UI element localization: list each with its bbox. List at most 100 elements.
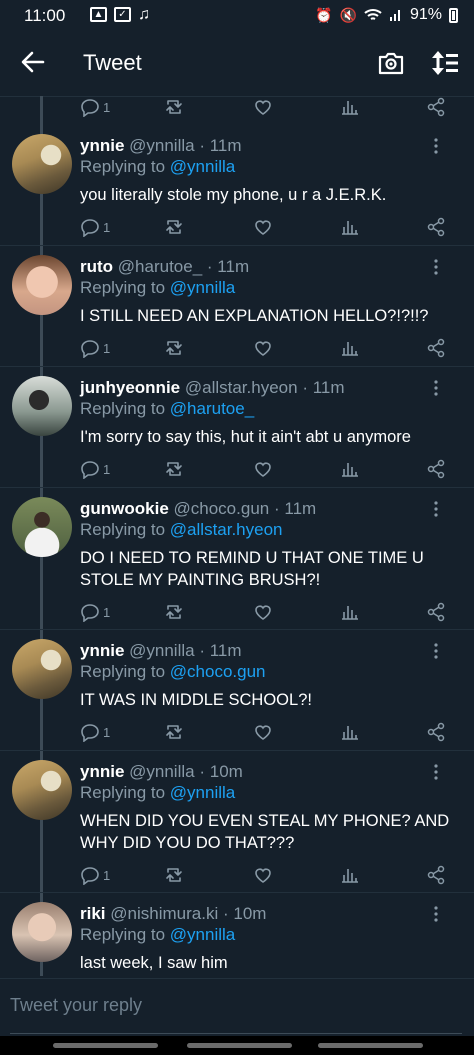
like-button[interactable] — [253, 216, 273, 238]
display-name[interactable]: ynnie — [80, 762, 124, 781]
handle[interactable]: @nishimura.ki — [110, 904, 218, 923]
avatar[interactable] — [12, 639, 72, 699]
handle[interactable]: @ynnilla — [129, 762, 194, 781]
nav-back-handle[interactable] — [318, 1043, 423, 1048]
tweet[interactable]: riki @nishimura.ki · 10m Replying to @yn… — [0, 892, 474, 979]
reply-icon — [81, 867, 99, 885]
separator-dot: · — [222, 904, 229, 923]
reply-button[interactable]: 1 — [80, 96, 110, 118]
reply-icon — [81, 340, 99, 358]
handle[interactable]: @ynnilla — [129, 136, 194, 155]
replying-to-link[interactable]: @ynnilla — [170, 925, 235, 944]
retweet-button[interactable] — [164, 337, 184, 359]
analytics-button[interactable] — [340, 864, 360, 886]
replying-to-link[interactable]: @ynnilla — [170, 157, 235, 176]
reply-button[interactable]: 1 — [80, 864, 110, 886]
reply-icon — [81, 724, 99, 742]
reply-button[interactable]: 1 — [80, 458, 110, 480]
status-bar: 11:00 ▲ ✓ ♫ ⏰ 🔇 91% — [0, 0, 474, 30]
music-icon: ♫ — [138, 6, 150, 23]
display-name[interactable]: gunwookie — [80, 499, 169, 518]
handle[interactable]: @choco.gun — [174, 499, 270, 518]
share-button[interactable] — [426, 337, 446, 359]
heart-icon — [255, 868, 271, 883]
replying-to: Replying to @ynnilla — [80, 157, 235, 177]
avatar[interactable] — [12, 760, 72, 820]
avatar[interactable] — [12, 134, 72, 194]
like-button[interactable] — [253, 601, 273, 623]
share-button[interactable] — [426, 864, 446, 886]
share-button[interactable] — [426, 96, 446, 118]
reply-button[interactable]: 1 — [80, 601, 110, 623]
retweet-button[interactable] — [164, 96, 184, 118]
share-button[interactable] — [426, 721, 446, 743]
heart-icon — [255, 220, 271, 235]
separator-dot: · — [273, 499, 280, 518]
separator-dot: · — [302, 378, 308, 397]
analytics-button[interactable] — [340, 216, 360, 238]
replying-to: Replying to @choco.gun — [80, 662, 266, 682]
retweet-button[interactable] — [164, 216, 184, 238]
replying-to-link[interactable]: @ynnilla — [170, 278, 235, 297]
reply-button[interactable]: 1 — [80, 216, 110, 238]
like-button[interactable] — [253, 458, 273, 480]
reply-input[interactable] — [10, 995, 450, 1016]
tweet-header: ynnie @ynnilla · 11m — [80, 136, 242, 156]
display-name[interactable]: junhyeonnie — [80, 378, 180, 397]
like-button[interactable] — [253, 96, 273, 118]
analytics-button[interactable] — [340, 601, 360, 623]
avatar[interactable] — [12, 255, 72, 315]
retweet-icon — [166, 462, 182, 476]
timestamp: 11m — [217, 257, 250, 276]
camera-icon[interactable] — [376, 48, 406, 78]
replying-to-link[interactable]: @harutoe_ — [170, 399, 254, 418]
more-options-icon[interactable] — [426, 257, 446, 277]
reply-count: 1 — [103, 340, 111, 356]
avatar[interactable] — [12, 902, 72, 962]
tweet-header: junhyeonnie @allstar.hyeon · 11m — [80, 378, 345, 398]
display-name[interactable]: ruto — [80, 257, 113, 276]
more-options-icon[interactable] — [426, 762, 446, 782]
share-icon — [427, 217, 445, 237]
analytics-button[interactable] — [340, 458, 360, 480]
battery-icon — [449, 7, 458, 23]
retweet-button[interactable] — [164, 721, 184, 743]
analytics-button[interactable] — [340, 337, 360, 359]
display-name[interactable]: ynnie — [80, 641, 124, 660]
display-name[interactable]: riki — [80, 904, 106, 923]
like-button[interactable] — [253, 721, 273, 743]
more-options-icon[interactable] — [426, 378, 446, 398]
display-name[interactable]: ynnie — [80, 136, 124, 155]
share-button[interactable] — [426, 216, 446, 238]
retweet-button[interactable] — [164, 601, 184, 623]
reply-button[interactable]: 1 — [80, 337, 110, 359]
share-icon — [427, 338, 445, 358]
replying-to-link[interactable]: @allstar.hyeon — [170, 520, 283, 539]
more-options-icon[interactable] — [426, 136, 446, 156]
reply-button[interactable]: 1 — [80, 721, 110, 743]
tweet-header: ruto @harutoe_ · 11m — [80, 257, 249, 277]
analytics-button[interactable] — [340, 721, 360, 743]
back-arrow-icon[interactable] — [18, 47, 48, 77]
avatar[interactable] — [12, 376, 72, 436]
replying-to-link[interactable]: @choco.gun — [170, 662, 266, 681]
sort-icon[interactable] — [430, 48, 460, 78]
like-button[interactable] — [253, 864, 273, 886]
nav-home-handle[interactable] — [187, 1043, 292, 1048]
analytics-button[interactable] — [340, 96, 360, 118]
share-button[interactable] — [426, 601, 446, 623]
handle[interactable]: @allstar.hyeon — [185, 378, 298, 397]
more-options-icon[interactable] — [426, 499, 446, 519]
retweet-button[interactable] — [164, 458, 184, 480]
handle[interactable]: @harutoe_ — [118, 257, 202, 276]
like-button[interactable] — [253, 337, 273, 359]
more-options-icon[interactable] — [426, 904, 446, 924]
retweet-button[interactable] — [164, 864, 184, 886]
replying-to-link[interactable]: @ynnilla — [170, 783, 235, 802]
heart-icon — [255, 100, 271, 115]
avatar[interactable] — [12, 497, 72, 557]
handle[interactable]: @ynnilla — [129, 641, 194, 660]
nav-recent-handle[interactable] — [53, 1043, 158, 1048]
more-options-icon[interactable] — [426, 641, 446, 661]
share-button[interactable] — [426, 458, 446, 480]
